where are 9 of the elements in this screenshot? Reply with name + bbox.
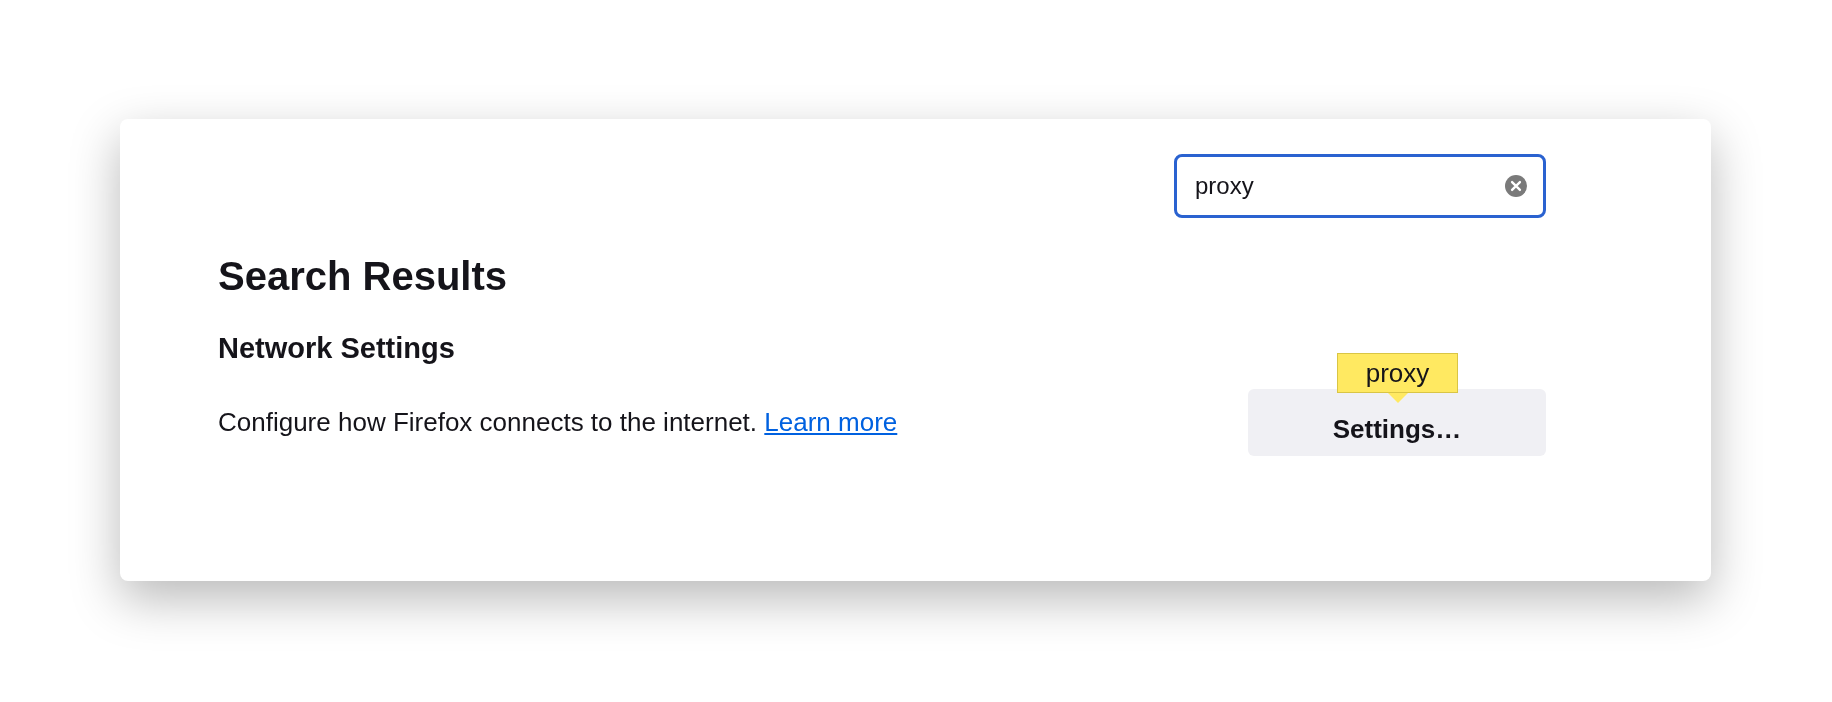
search-field[interactable]: proxy (1174, 154, 1546, 218)
learn-more-link[interactable]: Learn more (764, 407, 898, 437)
tooltip-pointer-icon (1388, 393, 1408, 403)
section-title: Network Settings (218, 334, 456, 363)
settings-button[interactable]: Settings… (1248, 389, 1546, 456)
search-input: proxy (1195, 168, 1505, 204)
section-description: Configure how Firefox connects to the internet. Learn more (218, 406, 898, 439)
clear-icon[interactable] (1505, 172, 1527, 200)
page-heading: Search Results (218, 256, 509, 296)
